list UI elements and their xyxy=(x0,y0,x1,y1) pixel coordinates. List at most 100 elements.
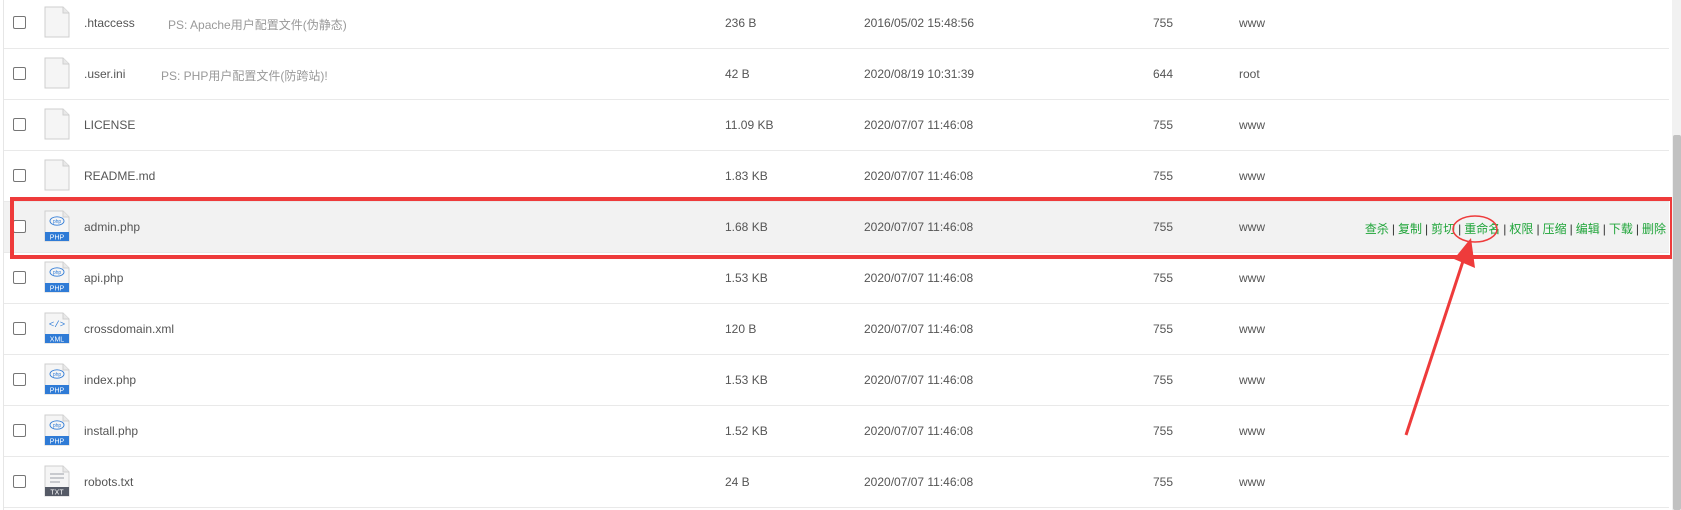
download-action-link[interactable]: 下载 xyxy=(1609,222,1633,236)
file-size: 42 B xyxy=(725,67,750,81)
file-row[interactable]: php PHP index.php 1.53 KB 2020/07/07 11:46:0… xyxy=(4,355,1669,406)
file-size: 1.68 KB xyxy=(725,220,768,234)
svg-text:PHP: PHP xyxy=(50,235,65,242)
file-size: 1.83 KB xyxy=(725,169,768,183)
rename-action-link[interactable]: 重命名 xyxy=(1464,222,1500,236)
file-owner: www xyxy=(1239,271,1265,285)
file-row[interactable]: php PHP install.php 1.52 KB 2020/07/07 11:46… xyxy=(4,406,1669,457)
file-row[interactable]: README.md 1.83 KB 2020/07/07 11:46:08 755 ww… xyxy=(4,151,1669,202)
row-checkbox[interactable] xyxy=(13,475,26,488)
file-row[interactable]: TXT robots.txt 24 B 2020/07/07 11:46:08 755 w… xyxy=(4,457,1669,508)
file-name[interactable]: install.php xyxy=(84,424,138,438)
file-modified-time: 2020/07/07 11:46:08 xyxy=(864,118,974,132)
file-owner: root xyxy=(1239,67,1260,81)
file-name[interactable]: LICENSE xyxy=(84,118,135,132)
scan-action-link[interactable]: 查杀 xyxy=(1365,222,1389,236)
file-list: .htaccess PS: Apache用户配置文件(伪静态) 236 B 2016/… xyxy=(3,0,1669,510)
row-checkbox[interactable] xyxy=(13,16,26,29)
row-checkbox[interactable] xyxy=(13,220,26,233)
file-owner: www xyxy=(1239,16,1265,30)
file-name[interactable]: README.md xyxy=(84,169,155,183)
generic-file-icon xyxy=(44,108,70,140)
file-owner: www xyxy=(1239,424,1265,438)
file-row[interactable]: php PHP api.php 1.53 KB 2020/07/07 11:46:08 7… xyxy=(4,253,1669,304)
svg-text:php: php xyxy=(53,423,62,429)
file-permission: 644 xyxy=(1153,67,1174,81)
file-size: 1.52 KB xyxy=(725,424,768,438)
file-name[interactable]: .user.ini xyxy=(84,67,125,81)
svg-text:PHP: PHP xyxy=(50,286,65,293)
php-file-icon: php PHP xyxy=(44,363,70,395)
file-permission: 755 xyxy=(1153,169,1174,183)
file-name[interactable]: crossdomain.xml xyxy=(84,322,174,336)
file-row[interactable]: </> XML crossdomain.xml 120 B 2020/07/07 11:… xyxy=(4,304,1669,355)
file-owner: www xyxy=(1239,118,1265,132)
file-row[interactable]: LICENSE 11.09 KB 2020/07/07 11:46:08 755 www xyxy=(4,100,1669,151)
file-modified-time: 2020/07/07 11:46:08 xyxy=(864,322,974,336)
file-permission: 755 xyxy=(1153,16,1174,30)
scrollbar-thumb[interactable] xyxy=(1673,135,1681,510)
action-separator: | xyxy=(1635,222,1639,236)
php-file-icon: php PHP xyxy=(44,210,70,242)
row-checkbox[interactable] xyxy=(13,322,26,335)
file-row[interactable]: php PHP admin.php 1.68 KB 2020/07/07 11:46:0… xyxy=(4,202,1669,253)
file-owner: www xyxy=(1239,475,1265,489)
svg-text:php: php xyxy=(53,270,62,276)
delete-action-link[interactable]: 删除 xyxy=(1642,222,1666,236)
file-modified-time: 2020/07/07 11:46:08 xyxy=(864,373,974,387)
file-size: 1.53 KB xyxy=(725,373,768,387)
file-row[interactable]: .htaccess PS: Apache用户配置文件(伪静态) 236 B 2016/… xyxy=(4,0,1669,49)
svg-text:php: php xyxy=(53,219,62,225)
file-owner: www xyxy=(1239,322,1265,336)
action-separator: | xyxy=(1425,222,1429,236)
txt-file-icon: TXT xyxy=(44,465,70,497)
file-modified-time: 2020/07/07 11:46:08 xyxy=(864,271,974,285)
edit-action-link[interactable]: 编辑 xyxy=(1576,222,1600,236)
svg-text:PHP: PHP xyxy=(50,388,65,395)
file-permission: 755 xyxy=(1153,373,1174,387)
php-file-icon: php PHP xyxy=(44,414,70,446)
row-checkbox[interactable] xyxy=(13,424,26,437)
php-file-icon: php PHP xyxy=(44,261,70,293)
action-separator: | xyxy=(1391,222,1395,236)
file-name[interactable]: api.php xyxy=(84,271,123,285)
svg-text:XML: XML xyxy=(50,337,65,344)
file-modified-time: 2020/07/07 11:46:08 xyxy=(864,475,974,489)
file-size: 236 B xyxy=(725,16,757,30)
file-name[interactable]: admin.php xyxy=(84,220,140,234)
file-owner: www xyxy=(1239,220,1265,234)
svg-text:php: php xyxy=(53,372,62,378)
generic-file-icon xyxy=(44,6,70,38)
file-name[interactable]: robots.txt xyxy=(84,475,133,489)
file-owner: www xyxy=(1239,169,1265,183)
xml-file-icon: </> XML xyxy=(44,312,70,344)
row-checkbox[interactable] xyxy=(13,271,26,284)
file-modified-time: 2016/05/02 15:48:56 xyxy=(864,16,975,30)
file-permission: 755 xyxy=(1153,220,1174,234)
file-permission: 755 xyxy=(1153,271,1174,285)
svg-text:PHP: PHP xyxy=(50,439,65,446)
cut-action-link[interactable]: 剪切 xyxy=(1431,222,1455,236)
file-modified-time: 2020/07/07 11:46:08 xyxy=(864,169,974,183)
file-size: 120 B xyxy=(725,322,757,336)
file-row[interactable]: .user.ini PS: PHP用户配置文件(防跨站)! 42 B 2020/08/… xyxy=(4,49,1669,100)
compress-action-link[interactable]: 压缩 xyxy=(1543,222,1567,236)
file-permission: 755 xyxy=(1153,424,1174,438)
row-actions: 查杀 | 复制 | 剪切 | 重命名 | 权限 | 压缩 | 编辑 | 下载 | 删除 xyxy=(1365,220,1666,237)
file-size: 1.53 KB xyxy=(725,271,768,285)
file-name[interactable]: .htaccess xyxy=(84,16,135,30)
action-separator: | xyxy=(1536,222,1540,236)
file-modified-time: 2020/07/07 11:46:08 xyxy=(864,424,974,438)
row-checkbox[interactable] xyxy=(13,373,26,386)
permission-action-link[interactable]: 权限 xyxy=(1509,222,1533,236)
file-name[interactable]: index.php xyxy=(84,373,136,387)
svg-text:TXT: TXT xyxy=(50,490,64,497)
file-permission: 755 xyxy=(1153,322,1174,336)
copy-action-link[interactable]: 复制 xyxy=(1398,222,1422,236)
row-checkbox[interactable] xyxy=(13,67,26,80)
file-modified-time: 2020/07/07 11:46:08 xyxy=(864,220,974,234)
action-separator: | xyxy=(1458,222,1462,236)
file-note: PS: PHP用户配置文件(防跨站)! xyxy=(161,69,328,83)
row-checkbox[interactable] xyxy=(13,169,26,182)
row-checkbox[interactable] xyxy=(13,118,26,131)
